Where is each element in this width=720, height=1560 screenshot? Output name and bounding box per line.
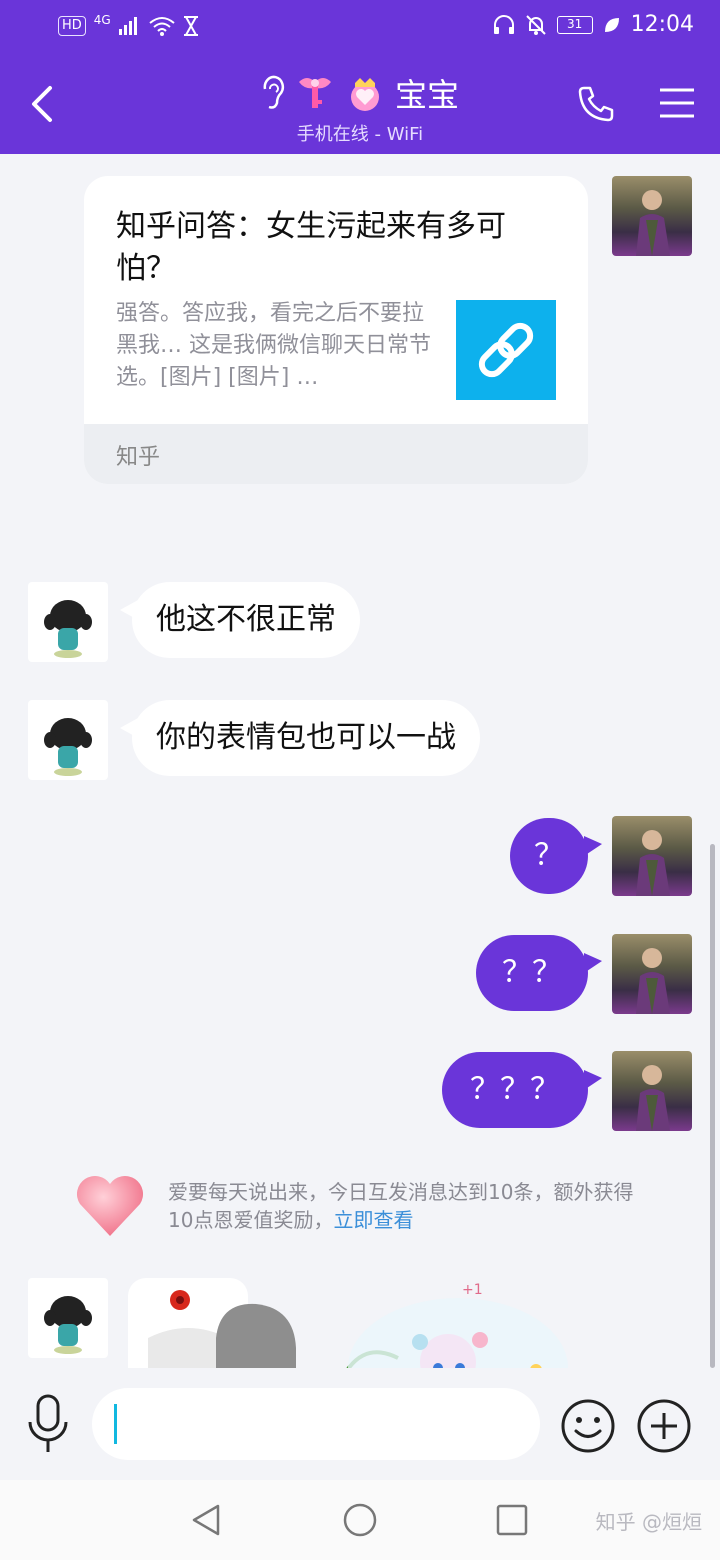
contact-avatar[interactable] [28,582,108,662]
wifi-icon [149,17,175,36]
my-avatar[interactable] [612,176,692,256]
link-card[interactable]: 知乎问答：女生污起来有多可怕？ 强答。答应我，看完之后不要拉黑我… 这是我俩微信… [84,176,588,484]
link-card-source: 知乎 [116,445,161,470]
nav-recent-apps-icon[interactable] [494,1502,530,1538]
plus-icon[interactable] [636,1398,692,1454]
message-input[interactable] [92,1388,540,1460]
crown-heart-icon [350,78,379,111]
my-avatar[interactable] [612,934,692,1014]
system-nav-bar: 知乎 @烜烜 [0,1480,720,1560]
menu-button[interactable] [658,86,696,120]
mute-bell-icon [525,14,546,35]
battery-icon: 31 [556,15,593,34]
link-card-description: 强答。答应我，看完之后不要拉黑我… 这是我俩微信聊天日常节选。[图片] [图片]… [116,301,431,390]
microphone-icon[interactable] [24,1394,72,1454]
nav-back-icon[interactable] [188,1502,224,1538]
headphones-icon [493,14,514,34]
message-bubble[interactable]: 他这不很正常 [132,582,360,658]
avatar-photo-icon [636,948,670,1014]
scrollbar[interactable] [710,844,715,1368]
watermark: 知乎 @烜烜 [595,1510,702,1534]
key-badge-icon [298,78,331,108]
status-time: 12:04 [630,12,694,37]
status-bar: HD 4G 31 12:04 [0,12,720,44]
link-card-footer: 知乎 [84,424,588,484]
phone-call-button[interactable] [576,84,616,124]
cartoon-girl-icon [44,718,92,776]
heart-icon [76,1175,144,1236]
svg-text:+1: +1 [462,1282,483,1298]
my-avatar[interactable] [612,816,692,896]
view-now-link[interactable]: 立即查看 [333,1208,413,1232]
bubble-tail [584,836,602,856]
signal-bars-icon [118,17,137,35]
avatar-photo-icon [636,830,670,896]
bubble-tail [584,953,602,973]
chat-header: HD 4G 31 12:04 宝宝 手机在线 - WiFi [0,0,720,154]
message-bubble[interactable]: ？？？ [442,1052,588,1128]
link-card-title: 知乎问答：女生污起来有多可怕？ [116,209,506,286]
leaf-icon [604,17,619,32]
4g-signal-icon: 4G [93,13,111,27]
emoji-icon[interactable] [560,1398,616,1454]
cartoon-girl-icon [44,1296,92,1354]
bubble-tail [584,1070,602,1090]
message-bubble[interactable]: 你的表情包也可以一战 [132,700,480,776]
hd-icon: HD [58,16,86,36]
my-avatar[interactable] [612,1051,692,1131]
ear-icon [263,75,285,109]
message-bubble[interactable]: ？？ [476,935,588,1011]
contact-avatar[interactable] [28,700,108,780]
avatar-photo-icon [636,190,670,256]
link-thumbnail [456,300,556,400]
text-caret [114,1404,117,1444]
status-right: 31 12:04 [493,12,694,37]
nav-home-icon[interactable] [342,1502,378,1538]
cartoon-girl-icon [44,600,92,658]
status-left: HD 4G [58,13,199,36]
input-bar [0,1368,720,1480]
avatar-photo-icon [636,1065,670,1131]
chain-link-icon [478,322,534,378]
contact-avatar[interactable] [28,1278,108,1358]
message-bubble[interactable]: ？ [510,818,588,894]
hourglass-icon [183,16,198,36]
love-tip: 爱要每天说出来，今日互发消息达到10条，额外获得10点恩爱值奖励，立即查看 [168,1178,638,1234]
contact-name: 宝宝 [394,76,459,114]
